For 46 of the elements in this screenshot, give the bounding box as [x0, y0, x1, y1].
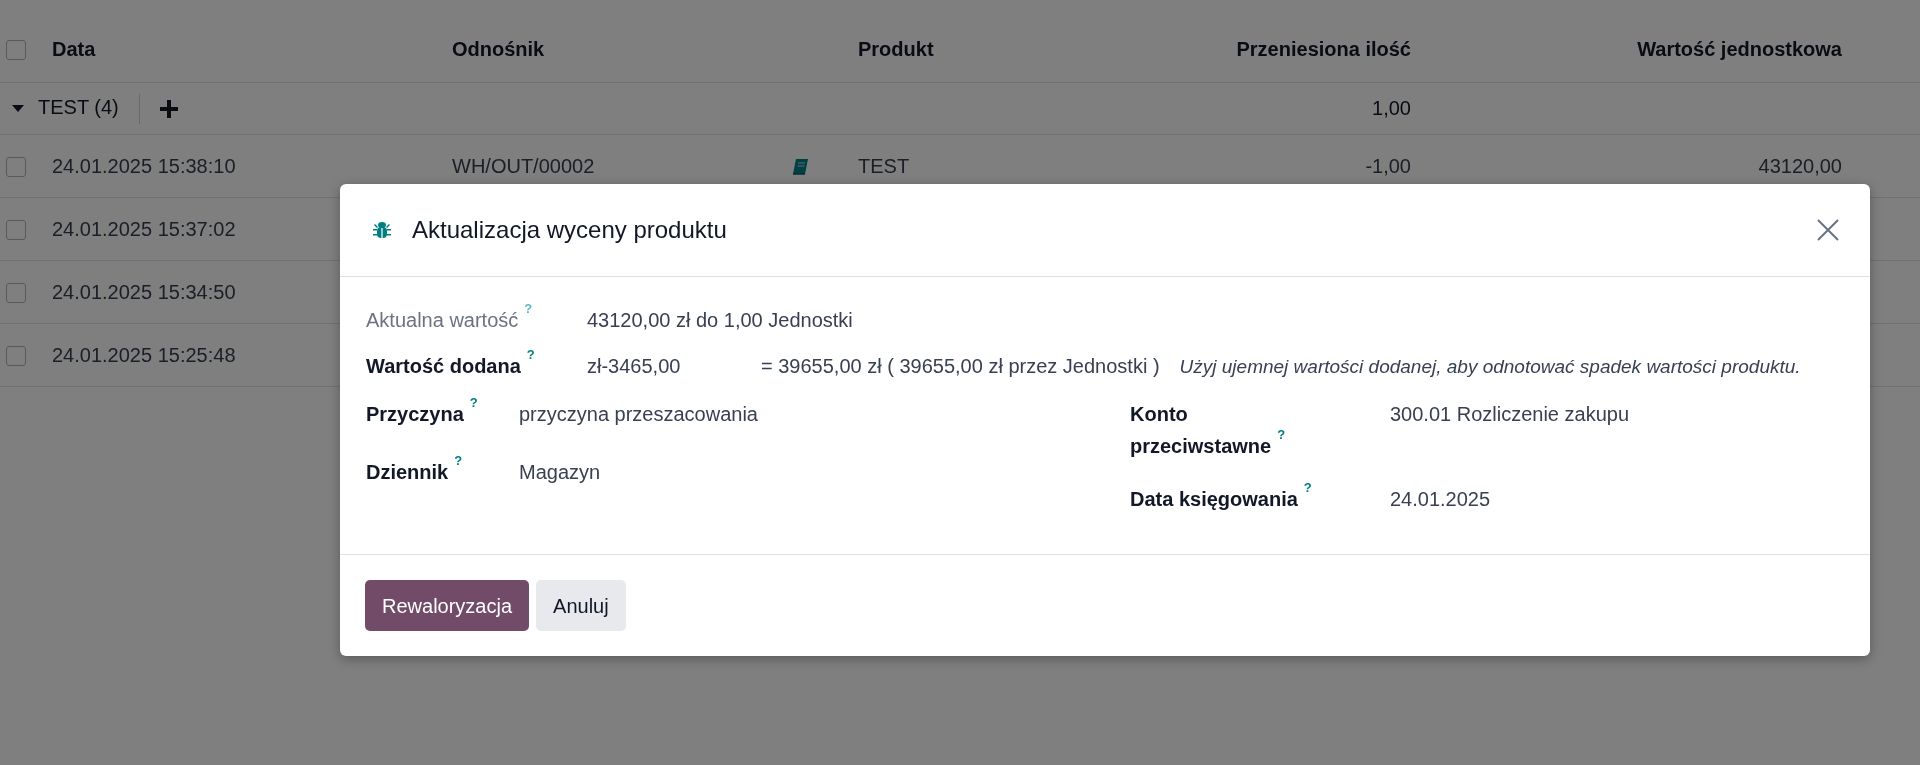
field-label: Przyczyna — [366, 403, 464, 425]
table-cell: 43120,00 — [1758, 154, 1842, 177]
help-icon[interactable]: ? — [469, 394, 478, 410]
field-value: 43120,00 zł do 1,00 Jednostki — [587, 309, 853, 331]
amount-input[interactable]: zł-3465,00 — [587, 340, 737, 392]
primary-button[interactable]: Rewaloryzacja — [365, 580, 530, 631]
field-label: Dziennik — [366, 461, 449, 483]
column-header[interactable]: Produkt — [858, 37, 934, 60]
field-label: Konto przeciwstawne — [1130, 403, 1272, 457]
help-icon[interactable]: ? — [1277, 426, 1286, 442]
plus-icon[interactable] — [159, 99, 178, 118]
help-icon[interactable]: ? — [1303, 479, 1312, 495]
cancel-button[interactable]: Anuluj — [536, 580, 626, 631]
help-icon[interactable]: ? — [454, 452, 463, 468]
help-icon[interactable]: ? — [526, 346, 535, 362]
checkbox[interactable] — [6, 283, 26, 304]
table-cell: -1,00 — [1365, 154, 1411, 177]
table-cell: WH/OUT/00002 — [452, 154, 595, 177]
field-label: Wartość dodana — [366, 355, 521, 377]
checkbox[interactable] — [6, 346, 26, 367]
book-icon[interactable] — [791, 158, 809, 177]
table-cell: 24.01.2025 15:34:50 — [52, 280, 236, 303]
hint-text: Użyj ujemnej wartości dodanej, aby odnotować spadek wartości produktu. — [1179, 356, 1801, 377]
table-cell: 24.01.2025 15:37:02 — [52, 217, 236, 240]
checkbox[interactable] — [6, 220, 26, 241]
table-cell: TEST — [858, 154, 910, 177]
column-header[interactable]: Data — [52, 37, 96, 60]
column-header[interactable]: Odnośnik — [452, 37, 545, 60]
table-cell: 24.01.2025 15:25:48 — [52, 343, 236, 366]
table-cell: 24.01.2025 15:38:10 — [52, 154, 236, 177]
group-name[interactable]: TEST (4) — [38, 96, 119, 119]
group-quantity: 1,00 — [1372, 97, 1411, 119]
field-value: Magazyn — [519, 461, 601, 483]
field-label: Aktualna wartość — [366, 309, 519, 331]
field-value: 300.01 Rozliczenie zakupu — [1390, 403, 1630, 425]
field-label: Data księgowania — [1130, 488, 1298, 510]
field-value: 24.01.2025 — [1390, 488, 1491, 510]
computed-value: = 39655,00 zł ( 39655,00 zł przez Jednostki ) — [761, 355, 1160, 377]
column-header[interactable]: Wartość jednostkowa — [1637, 37, 1842, 60]
bug-icon — [372, 220, 392, 240]
checkbox[interactable] — [6, 157, 26, 178]
caret-icon[interactable] — [12, 104, 24, 113]
checkbox[interactable] — [6, 40, 26, 61]
field-value: przyczyna przeszacowania — [519, 403, 758, 425]
column-header[interactable]: Przeniesiona ilość — [1236, 37, 1411, 60]
dialog-title: Aktualizacja wyceny produktu — [412, 215, 727, 245]
